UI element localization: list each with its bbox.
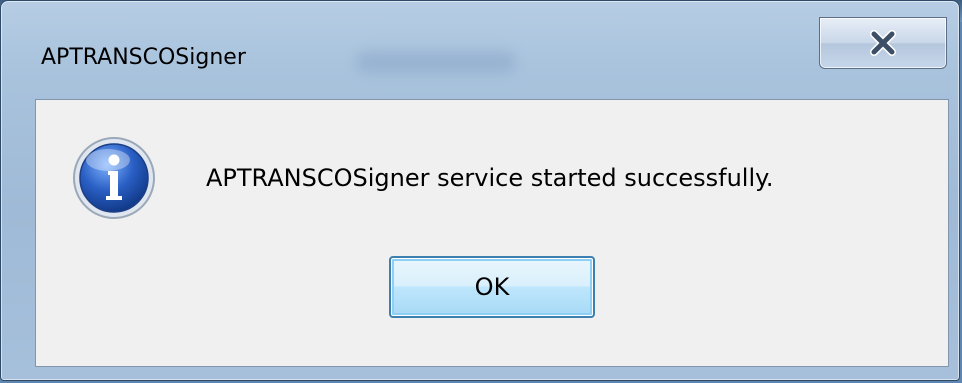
message-dialog: APTRANSCOSigner APTRANSCOSigner service … [0,0,960,381]
ok-button[interactable]: OK [389,256,595,318]
dialog-body: APTRANSCOSigner service started successf… [35,99,949,367]
blurred-background-text [356,51,516,73]
information-icon [68,132,160,224]
dialog-titlebar[interactable]: APTRANSCOSigner [1,1,959,99]
close-icon [868,30,898,56]
close-button[interactable] [819,17,947,69]
dialog-message: APTRANSCOSigner service started successf… [206,164,774,192]
dialog-title: APTRANSCOSigner [41,45,246,70]
